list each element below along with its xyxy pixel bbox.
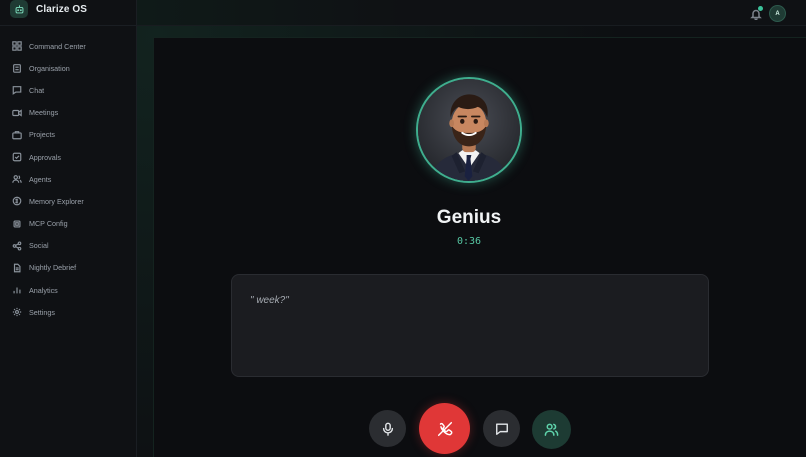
bar-chart-icon <box>13 287 21 294</box>
chat-icon <box>12 86 22 96</box>
check-square-icon <box>12 152 22 162</box>
app-title: Clarize OS <box>36 3 88 15</box>
gear-icon <box>12 308 22 317</box>
users-icon <box>12 175 22 184</box>
sidebar-item-approvals[interactable]: Approvals <box>0 146 137 168</box>
users-icon <box>544 423 559 436</box>
sidebar-item-organisation[interactable]: Organisation <box>0 57 137 79</box>
microphone-icon <box>382 422 393 436</box>
sidebar-item-nightly-debrief[interactable]: Nightly Debrief <box>0 257 137 279</box>
sidebar-item-label: Chat <box>29 85 45 95</box>
user-avatar[interactable]: A <box>769 5 786 22</box>
message-square-icon <box>495 422 508 435</box>
brand-divider <box>0 25 137 26</box>
transcript-box: " week?" <box>231 274 709 377</box>
sidebar-item-projects[interactable]: Projects <box>0 124 137 146</box>
sidebar-item-label: Analytics <box>29 285 58 295</box>
caller-portrait-image <box>418 79 520 181</box>
building-icon <box>13 64 21 74</box>
sidebar-item-analytics[interactable]: Analytics <box>0 279 137 301</box>
briefcase-icon <box>12 130 22 140</box>
sidebar-item-label: Meetings <box>29 108 59 118</box>
robot-logo-icon <box>10 0 28 18</box>
chat-button[interactable] <box>483 410 520 447</box>
transcript-text: " week?" <box>250 295 289 306</box>
sidebar-item-label: Organisation <box>29 63 70 73</box>
sidebar-item-meetings[interactable]: Meetings <box>0 102 137 124</box>
app-window: Clarize OS Command Center Organisation C… <box>0 0 806 457</box>
sidebar-item-chat[interactable]: Chat <box>0 79 137 101</box>
sidebar-item-label: Nightly Debrief <box>29 263 77 273</box>
grid-icon <box>12 41 22 51</box>
sidebar-item-label: Projects <box>29 130 55 140</box>
call-timer: 0:36 <box>456 236 482 247</box>
caller-name: Genius <box>436 207 502 228</box>
mute-button[interactable] <box>369 410 406 447</box>
document-icon <box>13 263 21 273</box>
caller-avatar <box>416 77 522 183</box>
brand[interactable]: Clarize OS <box>0 0 136 18</box>
sidebar-item-label: Agents <box>29 174 52 184</box>
sidebar-item-label: Command Center <box>29 41 86 51</box>
sidebar-item-settings[interactable]: Settings <box>0 301 137 323</box>
sidebar-item-label: Approvals <box>29 152 61 162</box>
sidebar-item-agents[interactable]: Agents <box>0 168 137 190</box>
top-bar: A <box>137 0 806 26</box>
sidebar-item-command-center[interactable]: Command Center <box>0 35 137 57</box>
sidebar-item-label: Memory Explorer <box>29 196 84 206</box>
notifications-button[interactable] <box>750 6 763 21</box>
call-controls <box>0 403 806 454</box>
phone-off-icon <box>437 421 452 436</box>
end-call-button[interactable] <box>419 403 470 454</box>
sidebar-item-label: Settings <box>29 307 55 317</box>
video-icon <box>12 109 22 117</box>
sidebar-nav: Command Center Organisation Chat Meeting… <box>0 35 137 323</box>
participants-button[interactable] <box>532 410 571 449</box>
notification-dot <box>758 6 763 11</box>
memory-icon <box>12 197 22 206</box>
